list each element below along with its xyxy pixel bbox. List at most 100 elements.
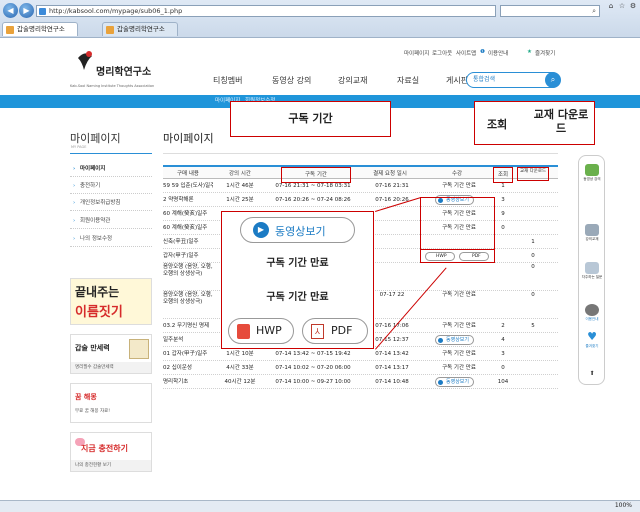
search-button-icon[interactable]: ⌕ bbox=[545, 72, 561, 88]
top-link-logout[interactable]: 로그아웃 bbox=[432, 49, 452, 57]
browser-search-box[interactable]: ⌕ bbox=[500, 5, 600, 17]
row-name[interactable]: 60 계해(癸亥)일주 bbox=[163, 221, 213, 235]
zoom-expired-2: 구독 기간 만료 bbox=[266, 292, 329, 303]
naming-banner-line2: 이름짓기 bbox=[75, 305, 123, 320]
naming-banner[interactable]: 끝내주는 이름짓기 bbox=[70, 278, 152, 325]
zoom-expired-1: 구독 기간 만료 bbox=[266, 258, 329, 269]
row-name[interactable]: 59 59 입춘(도사)일주 bbox=[163, 179, 213, 193]
row-name[interactable]: 2 약명학해론 bbox=[163, 193, 213, 207]
row-paid: 07-14 13:42 bbox=[375, 351, 409, 358]
row-status: 구독 기간 만료 bbox=[442, 292, 476, 299]
dream-banner[interactable]: 꿈 해몽 무료 꿈 해몽 자료! bbox=[70, 383, 152, 423]
zoom-hwp-label: HWP bbox=[256, 324, 282, 337]
row-views: 3 bbox=[501, 351, 505, 358]
sidebar-item-privacy[interactable]: 개인정보취급방침 bbox=[70, 196, 152, 211]
zoom-pdf-button[interactable]: ⅄ PDF bbox=[302, 318, 368, 344]
row-time: 1시간 25분 bbox=[226, 197, 254, 204]
quick-guide-label: 이용안내 bbox=[585, 317, 599, 321]
charge-banner[interactable]: 지금 충전하기 나의 충전현황 보기 bbox=[70, 432, 152, 472]
hwp-file-icon bbox=[237, 324, 250, 339]
quick-video-label: 동영상 강의 bbox=[583, 177, 601, 181]
home-icon[interactable]: ⌂ bbox=[606, 2, 616, 10]
nav-video-lecture[interactable]: 동영상 강의 bbox=[272, 75, 311, 86]
forward-arrow-icon[interactable]: ▶ bbox=[19, 3, 34, 18]
pdf-file-icon: ⅄ bbox=[311, 324, 324, 339]
quick-favorites[interactable]: ♥ 즐겨찾기 bbox=[581, 331, 603, 349]
row-name[interactable]: 03.2 무기명신 명제 bbox=[163, 319, 213, 333]
row-name[interactable]: 60 계해(癸亥)일주 bbox=[163, 207, 213, 221]
video-view-button[interactable]: 동영상보기 bbox=[435, 377, 475, 388]
textbook-icon bbox=[585, 224, 599, 236]
row-download: 0 bbox=[531, 292, 535, 299]
table-row: 02 십이운성 4시간 33분 07-14 10:02 ~ 07-20 06:00 0… bbox=[163, 361, 558, 376]
video-view-button[interactable]: 동영상보기 bbox=[435, 335, 475, 346]
site-search-input[interactable]: 통합검색 ⌕ bbox=[466, 72, 561, 88]
row-period: 07-16 20:26 ~ 07-24 08:26 bbox=[275, 197, 351, 204]
video-lecture-icon bbox=[585, 164, 599, 176]
quick-faq[interactable]: 자주하는 질문 bbox=[581, 262, 603, 280]
browser-tab[interactable]: 갑술명리학연구소 bbox=[2, 22, 78, 36]
nav-teaching-member[interactable]: 티칭멤버 bbox=[213, 75, 242, 86]
row-status: 구독 기간 만료 bbox=[442, 183, 476, 190]
callout-period-text: 구독 기간 bbox=[288, 112, 333, 125]
row-name[interactable]: 음양오행 (음양, 오행, 오행의 상생상극) bbox=[163, 291, 213, 306]
row-name[interactable]: 01 갑자(甲子)일주 bbox=[163, 347, 213, 361]
favicon-icon bbox=[6, 26, 14, 34]
address-bar[interactable]: http://kabsool.com/mypage/sub06_1.php bbox=[36, 5, 496, 17]
sidebar-item-charge[interactable]: 충전하기 bbox=[70, 179, 152, 194]
top-link-favorites[interactable]: 즐겨찾기 bbox=[535, 49, 555, 57]
row-views: 1 bbox=[501, 183, 505, 190]
top-link-sitemap[interactable]: 사이트맵 bbox=[456, 49, 476, 57]
top-link-mypage[interactable]: 마이페이지 bbox=[404, 49, 429, 57]
row-download: 0 bbox=[531, 264, 535, 271]
manse-banner[interactable]: 갑술 만세력 명리필수 갑술만세력 bbox=[70, 334, 152, 374]
browser-tab[interactable]: 갑술명리학연구소 bbox=[102, 22, 178, 36]
callout-views-text: 조회 bbox=[487, 118, 508, 131]
row-name[interactable]: 음양오행 (음양, 오행, 오행의 상생상극) bbox=[163, 263, 213, 278]
row-name[interactable]: 02 십이운성 bbox=[163, 361, 213, 375]
quick-guide[interactable]: 이용안내 bbox=[581, 304, 603, 322]
top-link-guide[interactable]: 이용안내 bbox=[488, 49, 508, 57]
back-arrow-icon[interactable]: ◀ bbox=[3, 3, 18, 18]
nav-library[interactable]: 자료실 bbox=[397, 75, 419, 86]
row-name[interactable]: 일주분석 bbox=[163, 333, 213, 347]
row-views: 4 bbox=[501, 337, 505, 344]
url-text: http://kabsool.com/mypage/sub06_1.php bbox=[49, 7, 183, 15]
small-hwp-button[interactable]: HWP bbox=[425, 252, 455, 261]
sidebar-item-edit-info[interactable]: 나의 정보수정 bbox=[70, 232, 152, 247]
sidebar-item-mypage[interactable]: 마이페이지 bbox=[70, 162, 152, 177]
zoom-video-button[interactable]: ▶ 동영상보기 bbox=[240, 217, 355, 243]
row-views bbox=[493, 291, 513, 292]
row-name[interactable]: 명리학기초 bbox=[163, 375, 213, 389]
row-period: 07-16 21:31 ~ 07-18 03:31 bbox=[275, 183, 351, 190]
nav-board[interactable]: 게시판 bbox=[446, 75, 468, 86]
scroll-top-icon[interactable]: ⬆ bbox=[581, 370, 603, 377]
quick-faq-label: 자주하는 질문 bbox=[581, 275, 603, 279]
quick-textbook[interactable]: 강의교재 bbox=[581, 224, 603, 242]
sidebar-title: 마이페이지 bbox=[70, 132, 121, 145]
calendar-icon bbox=[129, 339, 149, 359]
zoom-level[interactable]: 100% bbox=[615, 502, 632, 509]
favorites-star-icon[interactable]: ☆ bbox=[617, 2, 627, 10]
nav-textbook[interactable]: 강의교재 bbox=[338, 75, 367, 86]
row-name[interactable]: 신축(辛丑)일주 bbox=[163, 235, 213, 249]
table-row: 명리학기초 40시간 12분 07-14 10:00 ~ 09-27 10:00 07… bbox=[163, 375, 558, 390]
row-period: 07-14 10:00 ~ 09-27 10:00 bbox=[275, 379, 351, 386]
row-period: 07-14 10:02 ~ 07-20 06:00 bbox=[275, 365, 351, 372]
gear-icon[interactable]: ⚙ bbox=[628, 2, 638, 10]
callout-actions-zoom: ▶ 동영상보기 구독 기간 만료 구독 기간 만료 HWP ⅄ PDF bbox=[221, 211, 374, 349]
row-paid: 07-14 13:17 bbox=[375, 365, 409, 372]
callout-views-download: 조회 교재 다운로드 bbox=[474, 101, 595, 145]
row-views: 9 bbox=[501, 211, 505, 218]
zoom-hwp-button[interactable]: HWP bbox=[228, 318, 294, 344]
row-views bbox=[493, 263, 513, 264]
callout-download-text: 교재 다운로드 bbox=[533, 108, 589, 135]
search-icon[interactable]: ⌕ bbox=[592, 7, 596, 16]
charge-title: 지금 충전하기 bbox=[81, 444, 128, 453]
site-logo[interactable]: 명리학연구소 bbox=[96, 63, 151, 78]
quick-video[interactable]: 동영상 강의 bbox=[581, 164, 603, 182]
small-pdf-button[interactable]: PDF bbox=[459, 252, 489, 261]
row-name[interactable]: 갑자(甲子)일주 bbox=[163, 249, 213, 263]
zoom-video-label: 동영상보기 bbox=[275, 225, 326, 238]
sidebar-item-terms[interactable]: 회원이용약관 bbox=[70, 214, 152, 229]
